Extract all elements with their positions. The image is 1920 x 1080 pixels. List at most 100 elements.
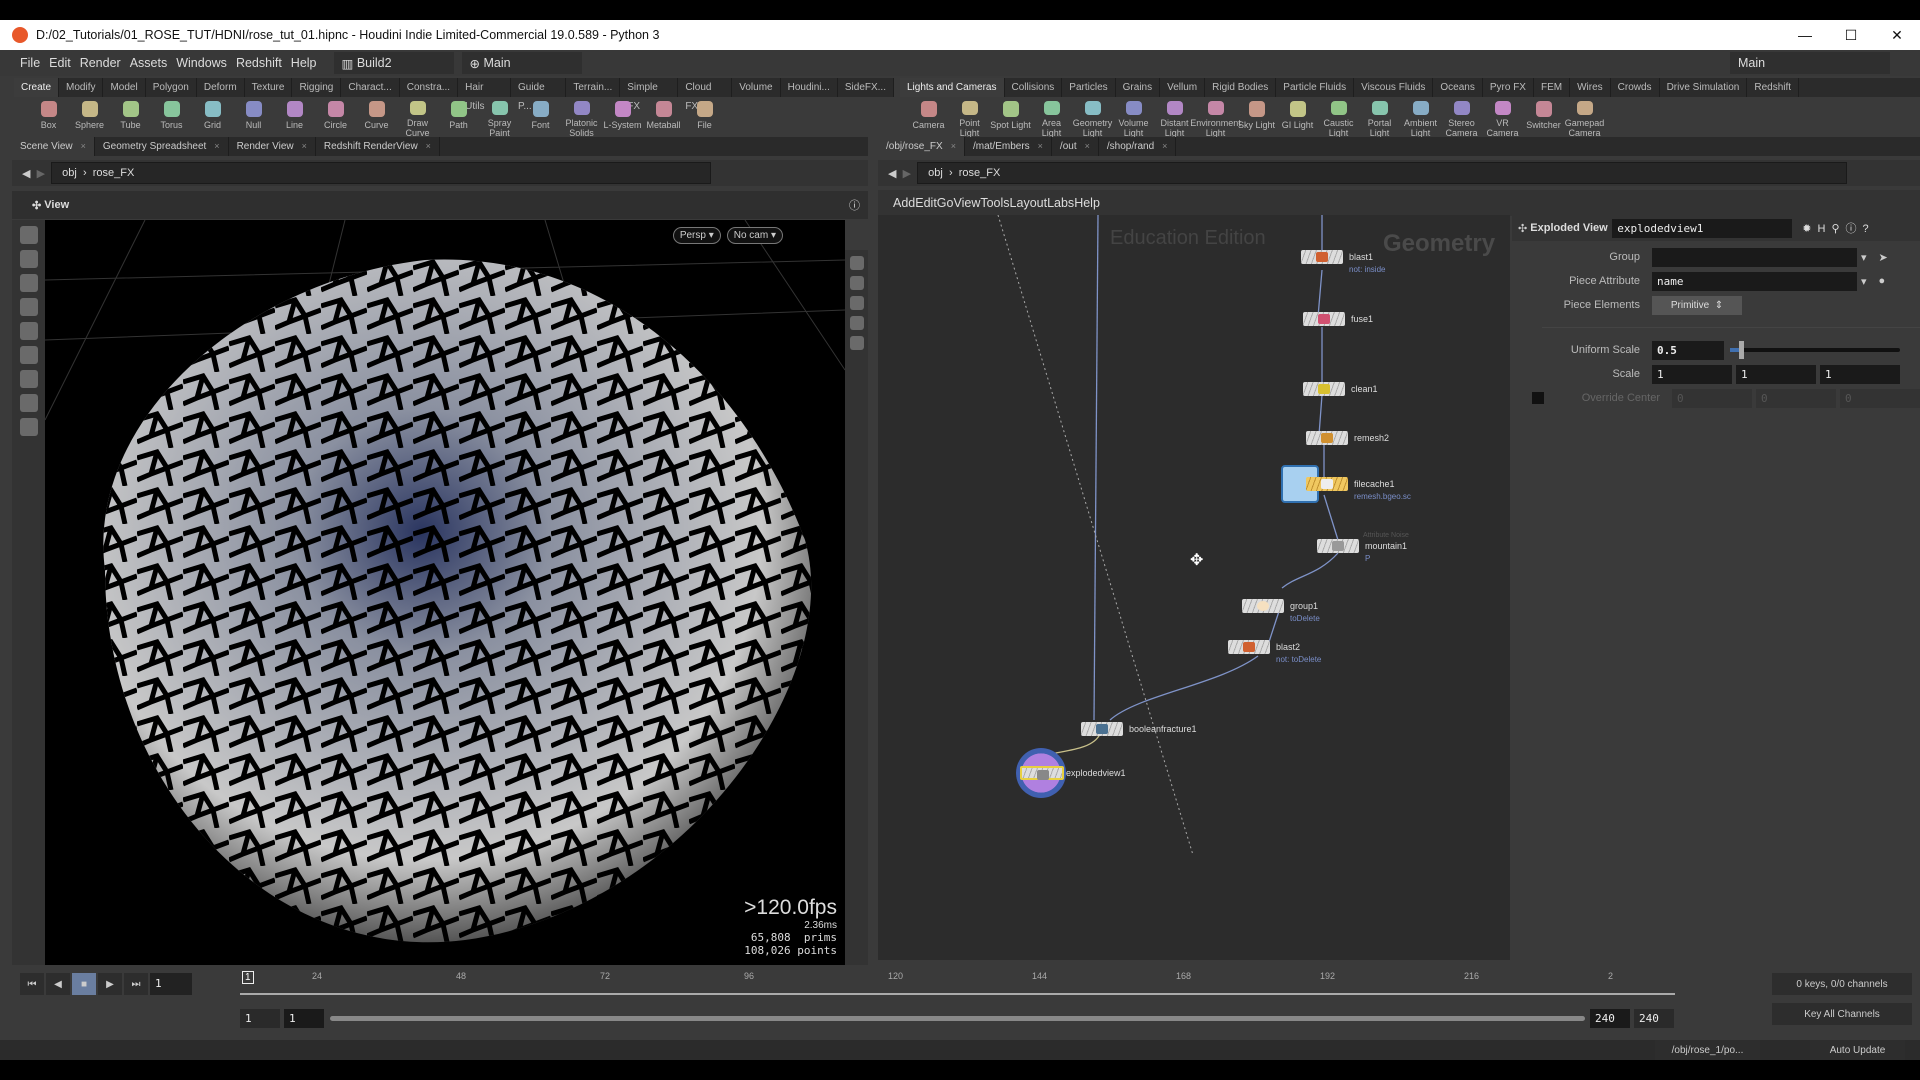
- node-mountain1[interactable]: mountain1 P: [1317, 539, 1407, 563]
- close-tab-icon[interactable]: ×: [302, 141, 307, 151]
- shelf-tab[interactable]: Deform: [197, 78, 245, 97]
- network-tab[interactable]: /mat/Embers ×: [965, 137, 1052, 156]
- uniform-scale-field[interactable]: 0.5: [1652, 340, 1724, 360]
- group-field[interactable]: [1652, 247, 1857, 267]
- shelf-tool[interactable]: Gamepad Camera: [1564, 97, 1605, 138]
- camera-menu[interactable]: No cam ▾: [726, 227, 783, 244]
- shelf-tab[interactable]: Charact...: [341, 78, 400, 97]
- network-menu-item[interactable]: View: [953, 196, 980, 210]
- node-blast1[interactable]: blast1 not: inside: [1301, 250, 1385, 274]
- shelf-tool[interactable]: Environment Light: [1190, 97, 1241, 138]
- shelf-tool[interactable]: Metaball: [643, 97, 684, 138]
- uniform-scale-slider[interactable]: [1730, 341, 1900, 359]
- node-booleanfracture1[interactable]: booleanfracture1: [1081, 722, 1197, 736]
- shelf-tool[interactable]: Camera: [908, 97, 949, 138]
- network-tab[interactable]: /shop/rand ×: [1099, 137, 1177, 156]
- rotate-tool-icon[interactable]: [19, 274, 38, 292]
- shelf-tool[interactable]: Area Light: [1031, 97, 1072, 138]
- close-tab-icon[interactable]: ×: [1085, 141, 1090, 151]
- 3d-viewport[interactable]: Persp ▾ No cam ▾ >120.0fps 2.36ms 65,808…: [45, 220, 845, 965]
- minimize-button[interactable]: —: [1782, 20, 1828, 50]
- override-center-checkbox[interactable]: [1532, 392, 1544, 404]
- jump-start-button[interactable]: ⏮: [20, 973, 44, 995]
- desktop-dropdown[interactable]: ▥ Build2: [333, 52, 454, 74]
- shelf-tab[interactable]: Rigid Bodies: [1205, 78, 1277, 97]
- shelf-tool[interactable]: Tube: [110, 97, 151, 138]
- shelf-tool[interactable]: Spray Paint: [479, 97, 520, 138]
- network-menu-item[interactable]: Go: [937, 196, 954, 210]
- current-frame-field[interactable]: 1: [150, 973, 192, 995]
- shelf-tab[interactable]: Volume: [732, 78, 781, 97]
- shelf-tab[interactable]: Grains: [1116, 78, 1161, 97]
- select-tool-icon[interactable]: [19, 226, 38, 244]
- node-fuse1[interactable]: fuse1: [1303, 312, 1373, 326]
- shelf-tool[interactable]: Point Light: [949, 97, 990, 138]
- network-menu-item[interactable]: Layout: [1010, 196, 1048, 210]
- network-menu-item[interactable]: Labs: [1047, 196, 1074, 210]
- node-group1[interactable]: group1 toDelete: [1242, 599, 1320, 623]
- shelf-tool[interactable]: Sky Light: [1236, 97, 1277, 138]
- lock-icon[interactable]: [19, 346, 38, 364]
- shelf-tool[interactable]: Sphere: [69, 97, 110, 138]
- shelf-tool[interactable]: Caustic Light: [1318, 97, 1359, 138]
- shelf-tab[interactable]: Terrain...: [566, 78, 621, 97]
- shelf-tab[interactable]: Crowds: [1611, 78, 1660, 97]
- shelf-tool[interactable]: Volume Light: [1113, 97, 1154, 138]
- shelf-tool[interactable]: GI Light: [1277, 97, 1318, 138]
- shelf-tab[interactable]: Guide P...: [511, 78, 567, 112]
- scale-x-field[interactable]: 1: [1652, 364, 1732, 384]
- shelf-tool[interactable]: Curve: [356, 97, 397, 138]
- shelf-tab[interactable]: Rigging: [292, 78, 342, 97]
- piece-elements-menu[interactable]: Primitive ⇕: [1652, 295, 1742, 315]
- menu-item[interactable]: Render: [80, 56, 121, 70]
- play-reverse-button[interactable]: ◀: [46, 973, 70, 995]
- menu-item[interactable]: Help: [291, 56, 317, 70]
- shelf-tab[interactable]: Wires: [1570, 78, 1611, 97]
- jump-end-button[interactable]: ⏭: [124, 973, 148, 995]
- display-option-icon[interactable]: [849, 336, 864, 350]
- shelf-tab[interactable]: Oceans: [1433, 78, 1483, 97]
- shelf-tab[interactable]: Lights and Cameras: [900, 78, 1005, 97]
- shelf-tool[interactable]: VR Camera: [1482, 97, 1523, 138]
- scale-z-field[interactable]: 1: [1820, 364, 1900, 384]
- keys-channels-button[interactable]: 0 keys, 0/0 channels: [1772, 973, 1912, 995]
- shelf-tab[interactable]: Create: [14, 78, 60, 97]
- shelf-tab[interactable]: Constra...: [400, 78, 459, 97]
- shelf-tool[interactable]: Distant Light: [1154, 97, 1195, 138]
- node-name-field[interactable]: explodedview1: [1612, 218, 1793, 238]
- close-button[interactable]: ✕: [1874, 20, 1920, 50]
- path-rose-fx[interactable]: rose_FX: [959, 167, 1001, 179]
- network-editor[interactable]: Education Edition Geometry blast1 not: in…: [878, 215, 1510, 960]
- location-pin-icon[interactable]: ●: [1879, 275, 1886, 287]
- move-tool-icon[interactable]: [19, 250, 38, 268]
- network-menu-item[interactable]: Add: [893, 196, 915, 210]
- shelf-tool[interactable]: Circle: [315, 97, 356, 138]
- pane-tab[interactable]: Render View ×: [229, 137, 316, 156]
- help-icon[interactable]: ⓘ: [849, 197, 860, 213]
- shelf-tool[interactable]: Switcher: [1523, 97, 1564, 138]
- network-tab[interactable]: /out ×: [1052, 137, 1099, 156]
- shelf-tool[interactable]: Torus: [151, 97, 192, 138]
- menu-item[interactable]: File: [20, 56, 40, 70]
- maximize-button[interactable]: ☐: [1828, 20, 1874, 50]
- shelf-tool[interactable]: L-System: [602, 97, 643, 138]
- shelf-tool[interactable]: Font: [520, 97, 561, 138]
- shelf-tool[interactable]: Grid: [192, 97, 233, 138]
- magnet-icon[interactable]: [19, 394, 38, 412]
- shelf-tab[interactable]: FEM: [1534, 78, 1571, 97]
- shelf-tool[interactable]: Box: [28, 97, 69, 138]
- node-clean1[interactable]: clean1: [1303, 382, 1378, 396]
- shelf-tool[interactable]: Null: [233, 97, 274, 138]
- scale-tool-icon[interactable]: [19, 298, 38, 316]
- close-tab-icon[interactable]: ×: [426, 141, 431, 151]
- timeline-scrubber[interactable]: 1 24 48 72 96 120 144 168 192 216 2: [240, 971, 1675, 1001]
- shelf-tab[interactable]: Vellum: [1160, 78, 1206, 97]
- shelf-tool[interactable]: Geometry Light: [1072, 97, 1113, 138]
- shelf-tool[interactable]: Stereo Camera: [1441, 97, 1482, 138]
- path-obj[interactable]: obj: [928, 167, 943, 179]
- shelf-tool[interactable]: Path: [438, 97, 479, 138]
- shelf-tab[interactable]: Texture: [245, 78, 293, 97]
- shelf-tab[interactable]: Houdini...: [781, 78, 838, 97]
- persp-menu[interactable]: Persp ▾: [672, 227, 721, 244]
- play-button[interactable]: ▶: [98, 973, 122, 995]
